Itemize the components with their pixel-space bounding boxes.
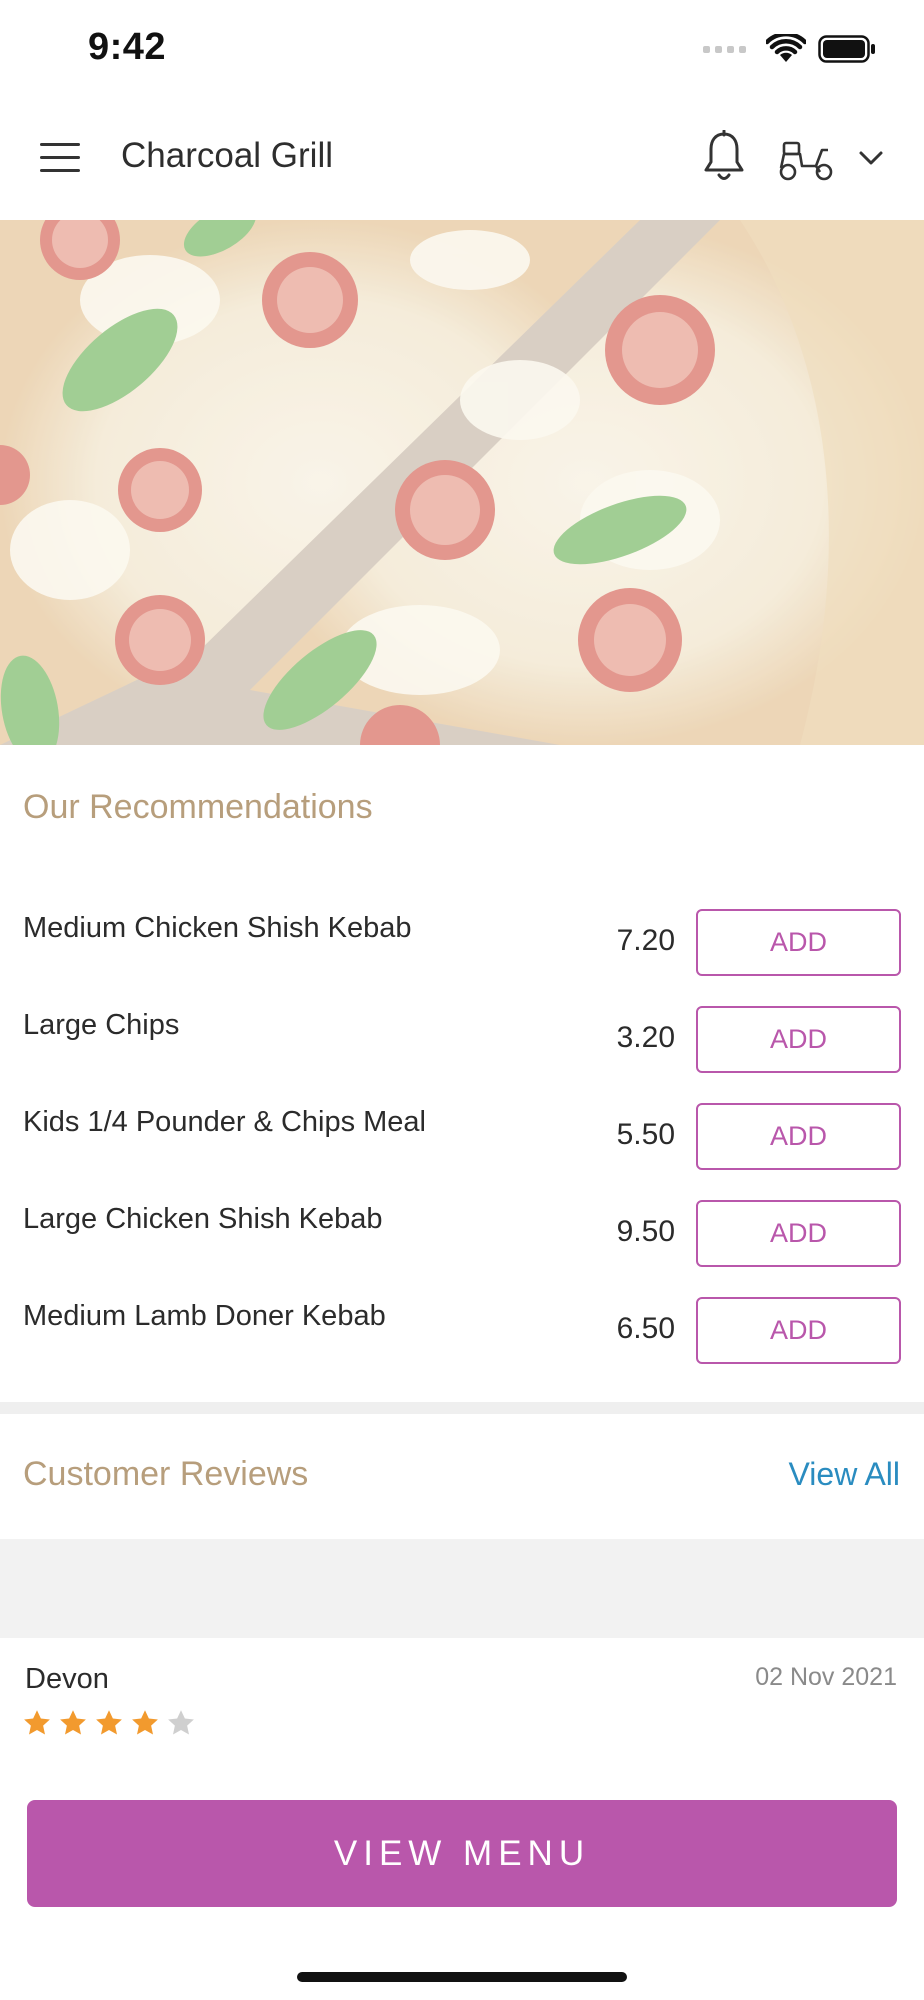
signal-icon [703,45,746,53]
item-name: Kids 1/4 Pounder & Chips Meal [23,1106,426,1138]
home-indicator [297,1972,627,1982]
restaurant-title: Charcoal Grill [121,136,333,175]
add-button[interactable]: ADD [696,909,901,976]
rating-stars [22,1708,196,1738]
wifi-icon [766,34,806,62]
view-menu-button[interactable]: VIEW MENU [27,1800,897,1907]
item-price: 7.20 [616,924,675,957]
item-price: 6.50 [616,1312,675,1345]
battery-icon [818,35,875,63]
review-card: Devon 02 Nov 2021 [0,1638,924,1768]
recommendation-row: Large Chips 3.20 ADD [0,1006,924,1106]
add-button[interactable]: ADD [696,1103,901,1170]
recommendations-title: Our Recommendations [23,788,373,826]
chevron-down-icon[interactable] [856,146,886,170]
star-icon [24,1710,50,1735]
add-button[interactable]: ADD [696,1200,901,1267]
star-icon [60,1710,86,1735]
item-price: 3.20 [616,1021,675,1054]
star-icon [132,1710,158,1735]
status-bar: 9:42 [0,0,924,98]
section-divider [0,1402,924,1414]
item-name: Large Chicken Shish Kebab [23,1203,383,1235]
item-name: Medium Lamb Doner Kebab [23,1300,386,1332]
item-name: Large Chips [23,1009,180,1041]
item-price: 9.50 [616,1215,675,1248]
review-date: 02 Nov 2021 [755,1663,897,1691]
app-header: Charcoal Grill [0,98,924,220]
recommendation-row: Medium Lamb Doner Kebab 6.50 ADD [0,1297,924,1397]
status-time: 9:42 [88,26,167,68]
recommendation-row: Medium Chicken Shish Kebab 7.20 ADD [0,909,924,1009]
status-icons [703,34,876,64]
recommendation-row: Large Chicken Shish Kebab 9.50 ADD [0,1200,924,1300]
reviewer-name: Devon [25,1663,109,1695]
item-price: 5.50 [616,1118,675,1151]
hero-image [0,220,924,745]
add-button[interactable]: ADD [696,1297,901,1364]
menu-icon[interactable] [40,143,80,173]
scooter-icon[interactable] [778,138,834,182]
item-name: Medium Chicken Shish Kebab [23,912,412,944]
bell-icon[interactable] [702,130,746,184]
recommendation-row: Kids 1/4 Pounder & Chips Meal 5.50 ADD [0,1103,924,1203]
add-button[interactable]: ADD [696,1006,901,1073]
view-all-link[interactable]: View All [789,1456,900,1493]
reviews-title: Customer Reviews [23,1455,309,1493]
star-icon [96,1710,122,1735]
star-icon [168,1710,194,1735]
reviews-band [0,1539,924,1638]
